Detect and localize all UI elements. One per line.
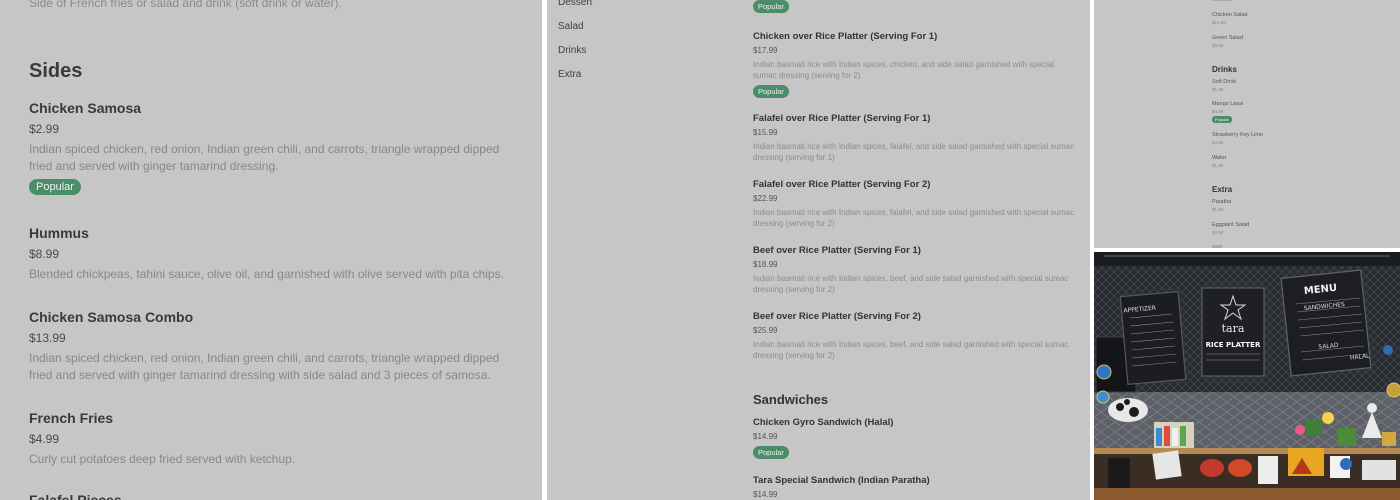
item-price: $18.99 <box>753 260 778 269</box>
item-name[interactable]: Strawberry Key Lime <box>1212 132 1263 138</box>
item-description: Indian spiced chicken, red onion, Indian… <box>29 142 500 173</box>
item-price: $15.99 <box>753 128 778 137</box>
menu-item[interactable]: Beef over Rice Platter (Serving For 1) $… <box>753 245 1078 295</box>
item-description: Indian basmati rice with Indian spices, … <box>753 274 1069 294</box>
item-name[interactable]: Water <box>1212 155 1226 161</box>
menu-item[interactable]: Chicken Samosa Combo $13.99 Indian spice… <box>29 308 519 384</box>
item-price: $14.99 <box>753 490 778 499</box>
item-price: $8.99 <box>29 247 60 261</box>
item-description: Indian basmati rice with Indian spices, … <box>753 142 1075 162</box>
item-price: $2.99 <box>29 122 60 136</box>
item-name: Falafel Pieces <box>29 492 122 500</box>
menu-item[interactable]: Hummus $8.99 Blended chickpeas, tahini s… <box>29 224 519 283</box>
menu-item[interactable]: Falafel over Rice Platter (Serving For 1… <box>753 113 1078 163</box>
item-name: Falafel over Rice Platter (Serving For 2… <box>753 179 931 190</box>
menu-item[interactable]: French Fries $4.99 Curly cut potatoes de… <box>29 409 519 468</box>
clipped-text-line <box>1212 245 1222 248</box>
item-price: $13.99 <box>29 331 66 345</box>
item-price: $1.50 <box>1212 207 1224 212</box>
item-price: $17.99 <box>753 46 778 55</box>
item-name: Beef over Rice Platter (Serving For 2) <box>753 311 921 322</box>
item-description: Indian spiced chicken, red onion, Indian… <box>29 351 500 382</box>
section-title-sides: Sides <box>29 60 83 82</box>
item-description: Blended chickpeas, tahini sauce, olive o… <box>29 267 504 281</box>
item-price: $22.99 <box>753 194 778 203</box>
category-link-extra[interactable]: Extra <box>558 69 581 80</box>
item-name: Chicken Samosa <box>29 100 142 116</box>
clipped-text-line <box>1212 0 1232 1</box>
menu-item[interactable]: Chicken over Rice Platter (Serving For 1… <box>753 31 1078 99</box>
photo-sign-brand: tara <box>1222 322 1245 335</box>
item-name: Chicken Samosa Combo <box>29 309 194 325</box>
item-price: $4.99 <box>1212 109 1224 114</box>
item-price: $4.99 <box>1212 140 1224 145</box>
item-description: Indian basmati rice with Indian spices, … <box>753 208 1075 228</box>
popular-badge: Popular <box>753 85 789 98</box>
item-price: $16.99 <box>1212 20 1226 25</box>
menu-screenshot-platters: Dessert Salad Drinks Extra Popular Chick… <box>547 0 1090 500</box>
popular-badge: Popular <box>753 0 789 13</box>
item-name: Chicken over Rice Platter (Serving For 1… <box>753 31 938 42</box>
item-price: $3.99 <box>1212 43 1224 48</box>
section-title-extra: Extra <box>1212 185 1233 194</box>
menu-item[interactable]: Beef over Rice Platter (Serving For 2) $… <box>753 311 1078 361</box>
popular-badge: Popular <box>753 446 789 459</box>
item-name[interactable]: Paratha <box>1212 199 1231 205</box>
item-name: Chicken Gyro Sandwich (Halal) <box>753 417 894 428</box>
item-description: Curly cut potatoes deep fried served wit… <box>29 452 296 466</box>
menu-item[interactable]: Falafel over Rice Platter (Serving For 2… <box>753 179 1078 229</box>
popular-badge: Popular <box>1212 116 1232 123</box>
previous-item-description: Side of French fries or salad and drink … <box>29 0 342 10</box>
item-name[interactable]: Eggplant Salad <box>1212 222 1249 228</box>
category-link-drinks[interactable]: Drinks <box>558 45 586 56</box>
category-link-dessert[interactable]: Dessert <box>558 0 592 8</box>
item-name: Beef over Rice Platter (Serving For 1) <box>753 245 921 256</box>
item-price: $4.99 <box>1212 230 1224 235</box>
item-price: $4.99 <box>29 432 60 446</box>
popular-badge: Popular <box>29 179 81 195</box>
photo-illustration: APPETIZER tara RICE PLATTER MENU SANDWIC… <box>1094 252 1400 500</box>
item-price: $14.99 <box>753 432 778 441</box>
menu-item[interactable]: Chicken Gyro Sandwich (Halal) $14.99 Pop… <box>753 417 1078 460</box>
item-description: Indian basmati rice with Indian spices, … <box>753 60 1055 80</box>
item-name[interactable]: Green Salad <box>1212 35 1243 41</box>
menu-item[interactable]: Chicken Samosa $2.99 Indian spiced chick… <box>29 99 519 195</box>
item-name: Hummus <box>29 225 89 241</box>
restaurant-photo: APPETIZER tara RICE PLATTER MENU SANDWIC… <box>1094 252 1400 500</box>
item-name: Falafel over Rice Platter (Serving For 1… <box>753 113 931 124</box>
item-price: $1.99 <box>1212 163 1224 168</box>
menu-screenshot-drinks: Chicken Salad $16.99 Green Salad $3.99 D… <box>1094 0 1400 248</box>
menu-item[interactable]: Tara Special Sandwich (Indian Paratha) $… <box>753 475 1078 500</box>
menu-screenshot-sides: Side of French fries or salad and drink … <box>0 0 542 500</box>
section-title-drinks: Drinks <box>1212 65 1237 74</box>
item-name: Tara Special Sandwich (Indian Paratha) <box>753 475 930 486</box>
item-description: Indian basmati rice with Indian spices, … <box>753 340 1069 360</box>
section-title-sandwiches: Sandwiches <box>753 392 829 407</box>
item-price: $1.99 <box>1212 87 1224 92</box>
item-name[interactable]: Soft Drink <box>1212 79 1236 85</box>
menu-item[interactable]: Falafel Pieces <box>29 491 519 500</box>
item-price: $25.99 <box>753 326 778 335</box>
item-name[interactable]: Chicken Salad <box>1212 12 1247 18</box>
item-name[interactable]: Mango Lassi <box>1212 101 1243 107</box>
item-name: French Fries <box>29 410 114 426</box>
category-link-salad[interactable]: Salad <box>558 21 584 32</box>
photo-sign-platter: RICE PLATTER <box>1206 341 1261 349</box>
